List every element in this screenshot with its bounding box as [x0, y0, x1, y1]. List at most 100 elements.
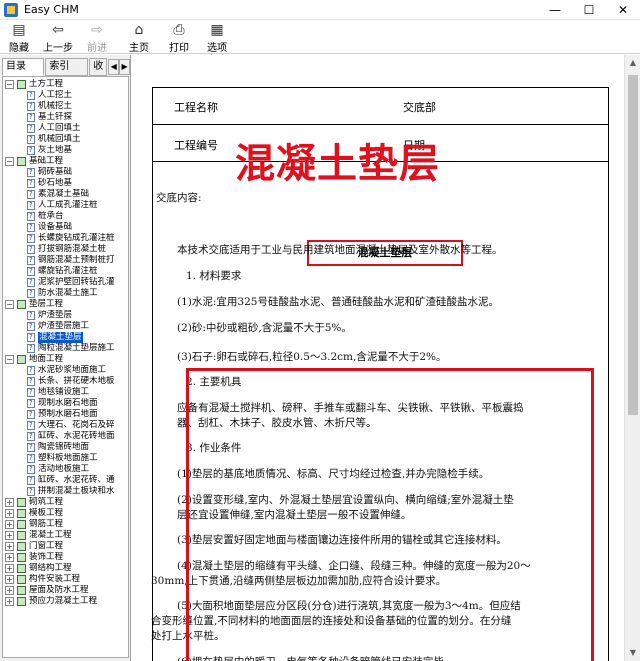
tab-scroll-right-icon[interactable]: ▶: [119, 59, 130, 75]
tree-item[interactable]: 大理石、花岗石及碎: [3, 420, 128, 431]
header-label-project-number: 工程编号: [174, 139, 218, 152]
help-page-icon: [27, 233, 35, 244]
document-line: 本技术交底适用于工业与民用建筑地面混凝土垫层及室外散水等工程。: [177, 244, 503, 256]
tab-index[interactable]: 索引(N): [45, 58, 89, 88]
print-button[interactable]: ⎙ 打印: [164, 21, 194, 54]
expand-icon[interactable]: +: [5, 553, 14, 562]
tree-item[interactable]: 活动地板施工: [3, 464, 128, 475]
tree-folder[interactable]: + 预应力混凝土工程: [3, 596, 128, 607]
tree-item-label: 桩承台: [38, 211, 64, 221]
tree-item[interactable]: 拼制混凝土板块和水: [3, 486, 128, 497]
expand-icon[interactable]: +: [5, 586, 14, 595]
expand-icon[interactable]: +: [5, 509, 14, 518]
tree-folder[interactable]: + 钢结构工程: [3, 563, 128, 574]
tree-item[interactable]: 长条、拼花硬木地板: [3, 376, 128, 387]
hide-button[interactable]: ▤ 隐藏: [4, 21, 34, 54]
tree-folder[interactable]: − 土方工程: [3, 79, 128, 90]
tree-item[interactable]: 灰土地基: [3, 145, 128, 156]
expand-icon[interactable]: +: [5, 520, 14, 529]
tree-item[interactable]: 陶粒混凝土垫层施工: [3, 343, 128, 354]
content-pane: 工程名称 交底部 工程编号 日期 混凝土垫层 交底内容: 混凝土垫层 本技术交底…: [132, 55, 624, 661]
tree-item-label: 防水混凝土施工: [38, 288, 98, 298]
expand-icon[interactable]: +: [5, 498, 14, 507]
tree-item[interactable]: 砌砖基础: [3, 167, 128, 178]
scroll-up-icon[interactable]: ▲: [625, 55, 640, 71]
help-page-icon: [27, 442, 35, 453]
help-page-icon: [27, 123, 35, 134]
tree-folder[interactable]: + 构件安装工程: [3, 574, 128, 585]
tree-item[interactable]: 泥浆护壁回转钻孔灌: [3, 277, 128, 288]
tree-folder[interactable]: + 混凝土工程: [3, 530, 128, 541]
help-page-icon: [27, 277, 35, 288]
tree-folder[interactable]: + 装饰工程: [3, 552, 128, 563]
expand-icon[interactable]: +: [5, 564, 14, 573]
options-button[interactable]: ▦ 选项(O): [200, 21, 234, 65]
toolbar: ▤ 隐藏 ⇦ 上一步 ⇨ 前进 ⌂ 主页 ⎙ 打印 ▦ 选项(O): [0, 20, 640, 65]
tree-folder[interactable]: + 钢筋工程: [3, 519, 128, 530]
tree-item-label: 人工挖土: [38, 90, 73, 100]
maximize-button[interactable]: ☐: [572, 0, 606, 20]
tree-item[interactable]: 防水混凝土施工: [3, 288, 128, 299]
document-page: 工程名称 交底部 工程编号 日期 混凝土垫层 交底内容: 混凝土垫层 本技术交底…: [151, 87, 609, 661]
tree-folder[interactable]: + 门窗工程: [3, 541, 128, 552]
tree-item-label: 装饰工程: [29, 552, 64, 562]
tree-item-label: 砌筑工程: [29, 497, 64, 507]
contents-tree[interactable]: − 土方工程人工挖土机械挖土基土钎探人工回填土机械回填土灰土地基 − 基础工程砌砖基础…: [2, 76, 129, 658]
collapse-icon[interactable]: −: [5, 80, 14, 89]
tree-item-label: 钢筋混凝土预制桩打: [38, 255, 115, 265]
tree-item[interactable]: 基土钎探: [3, 112, 128, 123]
tree-item[interactable]: 长螺旋钻成孔灌注桩: [3, 233, 128, 244]
tree-item[interactable]: 缸砖、水泥花砖地面: [3, 431, 128, 442]
tree-item[interactable]: 水泥砂浆地面施工: [3, 365, 128, 376]
tree-item[interactable]: 陶瓷锦砖地面: [3, 442, 128, 453]
tree-item[interactable]: 炉渣垫层施工: [3, 321, 128, 332]
tab-contents[interactable]: 目录(C): [2, 58, 45, 88]
tree-item[interactable]: 塑料板地面施工: [3, 453, 128, 464]
tree-folder[interactable]: + 屋面及防水工程: [3, 585, 128, 596]
tab-scroll-left-icon[interactable]: ◀: [108, 59, 120, 75]
tree-folder[interactable]: − 基础工程: [3, 156, 128, 167]
tree-item[interactable]: 现制水磨石地面: [3, 398, 128, 409]
tree-item[interactable]: 预制水磨石地面: [3, 409, 128, 420]
tree-item[interactable]: 桩承台: [3, 211, 128, 222]
tree-item[interactable]: 缸砖、水泥花砖、通: [3, 475, 128, 486]
tree-item[interactable]: 打拔钢筋混凝土桩: [3, 244, 128, 255]
tree-item[interactable]: 人工回填土: [3, 123, 128, 134]
scroll-down-icon[interactable]: ▼: [625, 645, 640, 661]
book-icon: [17, 520, 26, 529]
tree-folder[interactable]: + 模板工程: [3, 508, 128, 519]
tree-folder[interactable]: + 砌筑工程: [3, 497, 128, 508]
tree-folder[interactable]: − 地面工程: [3, 354, 128, 365]
scroll-thumb[interactable]: [628, 75, 638, 415]
tree-item[interactable]: 设备基础: [3, 222, 128, 233]
expand-icon[interactable]: +: [5, 542, 14, 551]
collapse-icon[interactable]: −: [5, 355, 14, 364]
home-button[interactable]: ⌂ 主页: [124, 21, 154, 54]
expand-icon[interactable]: +: [5, 531, 14, 540]
forward-button[interactable]: ⇨ 前进: [82, 21, 112, 54]
tree-item[interactable]: 机械回填土: [3, 134, 128, 145]
collapse-icon[interactable]: −: [5, 300, 14, 309]
close-button[interactable]: ✕: [606, 0, 640, 20]
tree-item[interactable]: 人工挖土: [3, 90, 128, 101]
tree-item[interactable]: 砂石地基: [3, 178, 128, 189]
expand-icon[interactable]: +: [5, 597, 14, 606]
tree-item[interactable]: 地毯铺设施工: [3, 387, 128, 398]
tree-item[interactable]: 素混凝土基础: [3, 189, 128, 200]
tree-item[interactable]: 混凝土垫层: [3, 332, 128, 343]
tree-item[interactable]: 螺旋钻孔灌注桩: [3, 266, 128, 277]
content-scrollbar[interactable]: ▲ ▼: [624, 55, 640, 661]
tree-item[interactable]: 炉渣垫层: [3, 310, 128, 321]
minimize-button[interactable]: —: [538, 0, 572, 20]
header-row-project-name: 工程名称 交底部: [153, 88, 608, 125]
expand-icon[interactable]: +: [5, 575, 14, 584]
tab-search[interactable]: 收: [89, 58, 108, 76]
tree-folder[interactable]: − 垫层工程: [3, 299, 128, 310]
back-button[interactable]: ⇦ 上一步: [40, 21, 76, 54]
tree-item[interactable]: 人工成孔灌注桩: [3, 200, 128, 211]
print-icon: ⎙: [173, 22, 185, 38]
tree-item[interactable]: 机械挖土: [3, 101, 128, 112]
collapse-icon[interactable]: −: [5, 157, 14, 166]
home-button-label: 主页: [129, 43, 149, 54]
tree-item[interactable]: 钢筋混凝土预制桩打: [3, 255, 128, 266]
